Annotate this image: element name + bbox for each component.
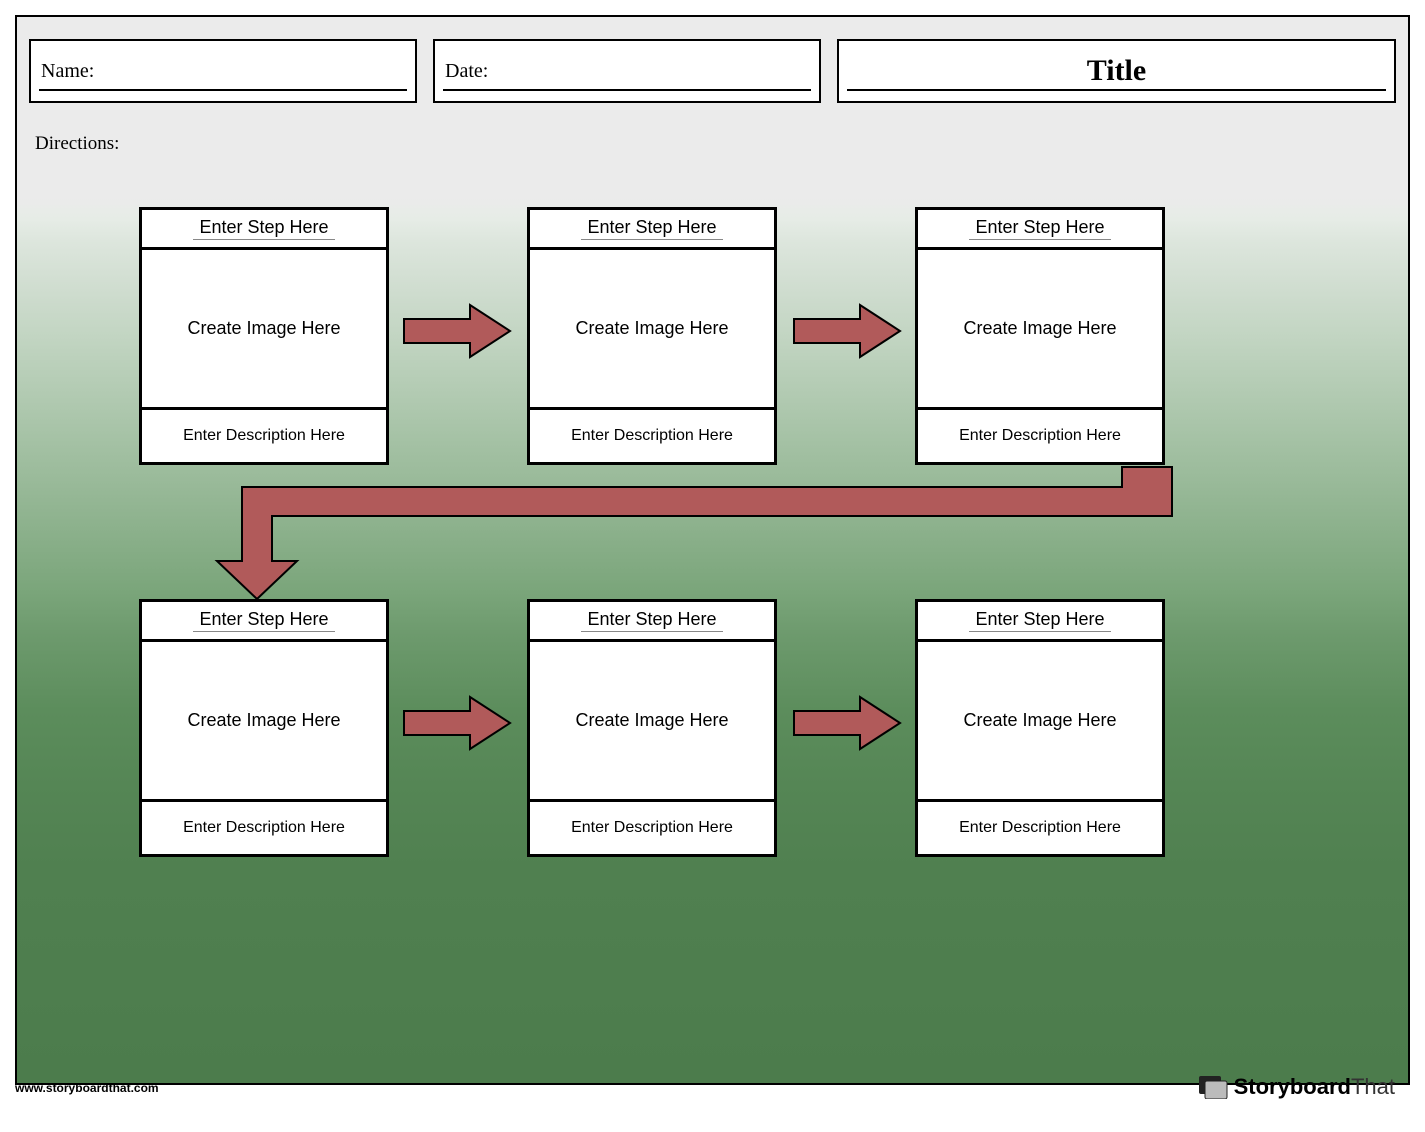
step-title-3[interactable]: Enter Step Here [918, 210, 1162, 250]
step-description-5[interactable]: Enter Description Here [530, 802, 774, 854]
footer-brand: StoryboardThat [1234, 1074, 1395, 1100]
step-image-2[interactable]: Create Image Here [530, 250, 774, 410]
header-row: Name: Date: Title [17, 17, 1408, 103]
step-title-5[interactable]: Enter Step Here [530, 602, 774, 642]
storyboard-logo-icon [1198, 1075, 1228, 1099]
step-description-3[interactable]: Enter Description Here [918, 410, 1162, 462]
date-underline [443, 89, 811, 91]
arrow-wrap-down-icon [177, 461, 1177, 601]
footer-logo: StoryboardThat [1198, 1074, 1395, 1100]
step-image-1[interactable]: Create Image Here [142, 250, 386, 410]
step-card-6[interactable]: Enter Step Here Create Image Here Enter … [915, 599, 1165, 857]
flow-area: Enter Step Here Create Image Here Enter … [17, 199, 1408, 1083]
name-field-box[interactable]: Name: [29, 39, 417, 103]
step-description-4[interactable]: Enter Description Here [142, 802, 386, 854]
date-label: Date: [435, 60, 488, 83]
name-underline [39, 89, 407, 91]
name-label: Name: [31, 60, 94, 83]
step-image-6[interactable]: Create Image Here [918, 642, 1162, 802]
date-field-box[interactable]: Date: [433, 39, 821, 103]
step-description-1[interactable]: Enter Description Here [142, 410, 386, 462]
step-image-4[interactable]: Create Image Here [142, 642, 386, 802]
worksheet-canvas: Name: Date: Title Directions: Enter Step… [15, 15, 1410, 1085]
footer-url: www.storyboardthat.com [15, 1081, 159, 1095]
step-description-6[interactable]: Enter Description Here [918, 802, 1162, 854]
step-image-5[interactable]: Create Image Here [530, 642, 774, 802]
arrow-right-icon [792, 301, 902, 361]
arrow-right-icon [792, 693, 902, 753]
step-image-3[interactable]: Create Image Here [918, 250, 1162, 410]
step-card-3[interactable]: Enter Step Here Create Image Here Enter … [915, 207, 1165, 465]
step-card-1[interactable]: Enter Step Here Create Image Here Enter … [139, 207, 389, 465]
step-description-2[interactable]: Enter Description Here [530, 410, 774, 462]
arrow-right-icon [402, 693, 512, 753]
arrow-right-icon [402, 301, 512, 361]
title-field-box[interactable]: Title [837, 39, 1396, 103]
step-title-2[interactable]: Enter Step Here [530, 210, 774, 250]
step-card-5[interactable]: Enter Step Here Create Image Here Enter … [527, 599, 777, 857]
directions-label: Directions: [17, 103, 1408, 155]
step-title-1[interactable]: Enter Step Here [142, 210, 386, 250]
step-title-4[interactable]: Enter Step Here [142, 602, 386, 642]
title-text: Title [1087, 54, 1146, 88]
step-title-6[interactable]: Enter Step Here [918, 602, 1162, 642]
step-card-4[interactable]: Enter Step Here Create Image Here Enter … [139, 599, 389, 857]
title-underline [847, 89, 1386, 91]
step-card-2[interactable]: Enter Step Here Create Image Here Enter … [527, 207, 777, 465]
